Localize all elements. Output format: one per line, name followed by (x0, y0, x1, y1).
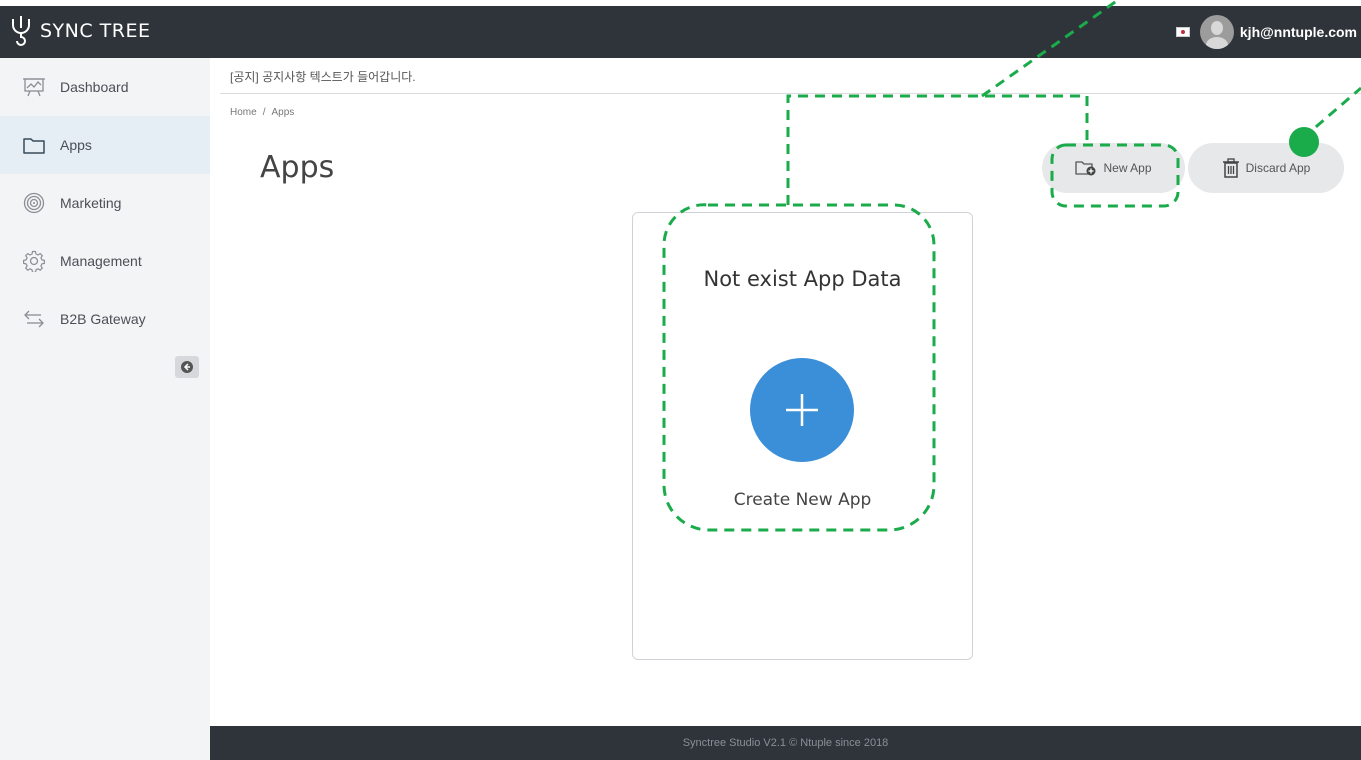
sidebar-item-label: Apps (60, 137, 92, 153)
dashboard-icon (22, 75, 46, 99)
trash-icon (1222, 158, 1240, 178)
app-name: SYNC TREE (40, 20, 151, 42)
avatar[interactable] (1199, 15, 1234, 49)
breadcrumb: Home / Apps (230, 107, 294, 118)
discard-app-label: Discard App (1245, 161, 1311, 175)
sidebar-item-label: Management (60, 253, 142, 269)
app-logo[interactable]: SYNC TREE (8, 14, 151, 48)
sidebar-item-label: Marketing (60, 195, 122, 211)
folder-icon (22, 133, 46, 157)
breadcrumb-current: Apps (271, 107, 295, 118)
plus-icon (786, 394, 818, 426)
arrow-left-circle-icon (181, 361, 193, 373)
new-app-button[interactable]: New App (1042, 143, 1185, 193)
sidebar-item-b2b-gateway[interactable]: B2B Gateway (0, 290, 210, 348)
new-app-label: New App (1103, 161, 1152, 175)
footer: Synctree Studio V2.1 © Ntuple since 2018 (210, 726, 1361, 760)
add-folder-icon (1075, 160, 1097, 176)
sidebar: Dashboard Apps Marketing Management B2B … (0, 58, 210, 760)
sidebar-item-apps[interactable]: Apps (0, 116, 210, 174)
notice-banner: [공지] 공지사항 텍스트가 들어갑니다. (230, 70, 416, 84)
sidebar-collapse-button[interactable] (175, 356, 199, 378)
sidebar-item-marketing[interactable]: Marketing (0, 174, 210, 232)
target-icon (22, 191, 46, 215)
sidebar-item-dashboard[interactable]: Dashboard (0, 58, 210, 116)
breadcrumb-home[interactable]: Home (230, 107, 257, 118)
create-new-app-label[interactable]: Create New App (633, 490, 972, 510)
discard-app-button[interactable]: Discard App (1188, 143, 1344, 193)
user-menu[interactable]: kjh@nntuple.com (1175, 12, 1357, 52)
page: SYNC TREE kjh@nntuple.com Dashboard Apps… (0, 0, 1361, 760)
create-new-app-button[interactable] (750, 358, 854, 462)
synctree-logo-icon (12, 16, 30, 46)
main-content: [공지] 공지사항 텍스트가 들어갑니다. Home / Apps Apps N… (210, 58, 1361, 726)
top-header: SYNC TREE kjh@nntuple.com (0, 6, 1361, 58)
sidebar-item-label: Dashboard (60, 79, 129, 95)
sidebar-item-management[interactable]: Management (0, 232, 210, 290)
empty-app-card: Not exist App Data Create New App (632, 212, 973, 660)
sidebar-item-label: B2B Gateway (60, 311, 146, 327)
divider (220, 93, 1361, 94)
korea-flag-icon[interactable] (1175, 27, 1190, 37)
empty-state-message: Not exist App Data (703, 267, 902, 291)
page-title: Apps (260, 150, 335, 185)
footer-text: Synctree Studio V2.1 © Ntuple since 2018 (682, 737, 889, 749)
gear-icon (22, 249, 46, 273)
swap-arrows-icon (22, 307, 46, 331)
breadcrumb-separator: / (262, 107, 266, 118)
user-email[interactable]: kjh@nntuple.com (1240, 24, 1357, 40)
